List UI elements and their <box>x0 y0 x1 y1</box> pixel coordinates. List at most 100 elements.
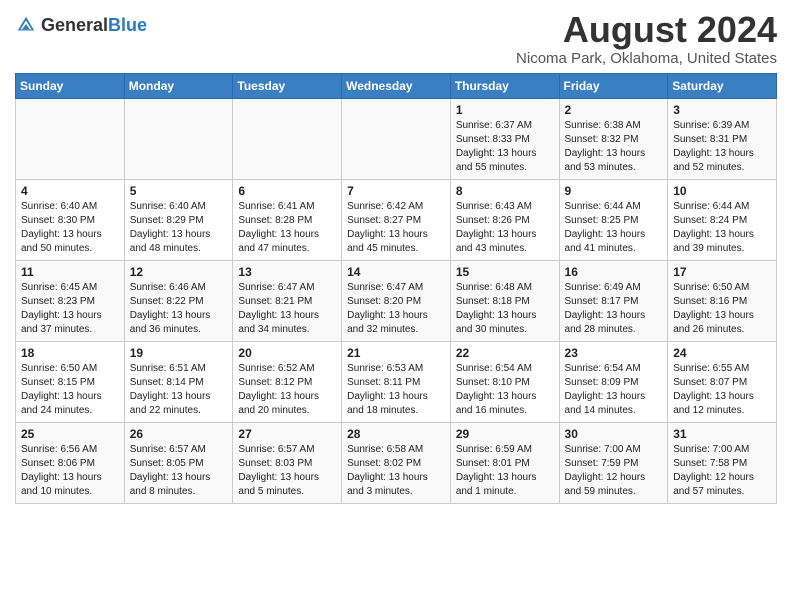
day-cell <box>233 98 342 179</box>
day-cell: 23 Sunrise: 6:54 AMSunset: 8:09 PMDayligh… <box>559 341 668 422</box>
day-cell <box>342 98 451 179</box>
day-number: 16 <box>565 265 663 279</box>
day-number: 14 <box>347 265 445 279</box>
day-cell: 20 Sunrise: 6:52 AMSunset: 8:12 PMDayligh… <box>233 341 342 422</box>
day-info: Sunrise: 6:39 AMSunset: 8:31 PMDaylight:… <box>673 119 771 175</box>
day-info: Sunrise: 6:48 AMSunset: 8:18 PMDaylight:… <box>456 281 554 337</box>
day-info: Sunrise: 6:40 AMSunset: 8:30 PMDaylight:… <box>21 200 119 256</box>
day-number: 28 <box>347 427 445 441</box>
day-info: Sunrise: 6:38 AMSunset: 8:32 PMDaylight:… <box>565 119 663 175</box>
day-number: 7 <box>347 184 445 198</box>
day-cell: 27 Sunrise: 6:57 AMSunset: 8:03 PMDayligh… <box>233 422 342 503</box>
day-cell: 1Sunrise: 6:37 AMSunset: 8:33 PMDaylight… <box>450 98 559 179</box>
day-info: Sunrise: 6:55 AMSunset: 8:07 PMDaylight:… <box>673 362 771 418</box>
day-cell: 16 Sunrise: 6:49 AMSunset: 8:17 PMDayligh… <box>559 260 668 341</box>
day-info: Sunrise: 6:44 AMSunset: 8:24 PMDaylight:… <box>673 200 771 256</box>
header-cell-monday: Monday <box>124 73 233 98</box>
day-info: Sunrise: 6:45 AMSunset: 8:23 PMDaylight:… <box>21 281 119 337</box>
day-number: 4 <box>21 184 119 198</box>
day-number: 15 <box>456 265 554 279</box>
day-cell: 15 Sunrise: 6:48 AMSunset: 8:18 PMDayligh… <box>450 260 559 341</box>
day-number: 25 <box>21 427 119 441</box>
day-cell: 5 Sunrise: 6:40 AMSunset: 8:29 PMDaylight… <box>124 179 233 260</box>
day-info: Sunrise: 6:47 AMSunset: 8:21 PMDaylight:… <box>238 281 336 337</box>
header-cell-saturday: Saturday <box>668 73 777 98</box>
logo-text: General Blue <box>41 16 147 34</box>
header: General Blue August 2024 Nicoma Park, Ok… <box>15 10 777 67</box>
subtitle: Nicoma Park, Oklahoma, United States <box>516 50 777 67</box>
day-number: 26 <box>130 427 228 441</box>
day-number: 29 <box>456 427 554 441</box>
day-cell <box>16 98 125 179</box>
title-area: August 2024 Nicoma Park, Oklahoma, Unite… <box>516 10 777 67</box>
day-number: 17 <box>673 265 771 279</box>
logo-icon <box>15 14 37 36</box>
day-number: 30 <box>565 427 663 441</box>
header-cell-friday: Friday <box>559 73 668 98</box>
day-info: Sunrise: 6:37 AMSunset: 8:33 PMDaylight:… <box>456 119 554 175</box>
day-info: Sunrise: 6:54 AMSunset: 8:09 PMDaylight:… <box>565 362 663 418</box>
day-info: Sunrise: 6:59 AMSunset: 8:01 PMDaylight:… <box>456 443 554 499</box>
logo-blue: Blue <box>108 16 147 34</box>
day-info: Sunrise: 6:53 AMSunset: 8:11 PMDaylight:… <box>347 362 445 418</box>
day-info: Sunrise: 6:58 AMSunset: 8:02 PMDaylight:… <box>347 443 445 499</box>
header-cell-sunday: Sunday <box>16 73 125 98</box>
day-info: Sunrise: 6:46 AMSunset: 8:22 PMDaylight:… <box>130 281 228 337</box>
week-row-2: 4 Sunrise: 6:40 AMSunset: 8:30 PMDaylight… <box>16 179 777 260</box>
day-cell: 21Sunrise: 6:53 AMSunset: 8:11 PMDayligh… <box>342 341 451 422</box>
day-number: 24 <box>673 346 771 360</box>
day-number: 20 <box>238 346 336 360</box>
day-info: Sunrise: 6:49 AMSunset: 8:17 PMDaylight:… <box>565 281 663 337</box>
day-cell: 25 Sunrise: 6:56 AMSunset: 8:06 PMDayligh… <box>16 422 125 503</box>
day-cell: 18Sunrise: 6:50 AMSunset: 8:15 PMDayligh… <box>16 341 125 422</box>
day-number: 18 <box>21 346 119 360</box>
day-cell: 8Sunrise: 6:43 AMSunset: 8:26 PMDaylight… <box>450 179 559 260</box>
day-number: 5 <box>130 184 228 198</box>
day-number: 6 <box>238 184 336 198</box>
calendar-table: SundayMondayTuesdayWednesdayThursdayFrid… <box>15 73 777 504</box>
day-info: Sunrise: 6:44 AMSunset: 8:25 PMDaylight:… <box>565 200 663 256</box>
day-info: Sunrise: 6:40 AMSunset: 8:29 PMDaylight:… <box>130 200 228 256</box>
day-cell: 12Sunrise: 6:46 AMSunset: 8:22 PMDayligh… <box>124 260 233 341</box>
day-cell: 14Sunrise: 6:47 AMSunset: 8:20 PMDayligh… <box>342 260 451 341</box>
day-cell: 30 Sunrise: 7:00 AMSunset: 7:59 PMDayligh… <box>559 422 668 503</box>
week-row-5: 25 Sunrise: 6:56 AMSunset: 8:06 PMDayligh… <box>16 422 777 503</box>
day-cell: 28 Sunrise: 6:58 AMSunset: 8:02 PMDayligh… <box>342 422 451 503</box>
day-cell: 13 Sunrise: 6:47 AMSunset: 8:21 PMDayligh… <box>233 260 342 341</box>
day-info: Sunrise: 6:41 AMSunset: 8:28 PMDaylight:… <box>238 200 336 256</box>
day-cell: 17 Sunrise: 6:50 AMSunset: 8:16 PMDayligh… <box>668 260 777 341</box>
day-info: Sunrise: 6:42 AMSunset: 8:27 PMDaylight:… <box>347 200 445 256</box>
day-cell: 31Sunrise: 7:00 AMSunset: 7:58 PMDayligh… <box>668 422 777 503</box>
day-cell: 7 Sunrise: 6:42 AMSunset: 8:27 PMDaylight… <box>342 179 451 260</box>
day-cell: 26 Sunrise: 6:57 AMSunset: 8:05 PMDayligh… <box>124 422 233 503</box>
day-cell: 19Sunrise: 6:51 AMSunset: 8:14 PMDayligh… <box>124 341 233 422</box>
day-cell: 29 Sunrise: 6:59 AMSunset: 8:01 PMDayligh… <box>450 422 559 503</box>
week-row-1: 1Sunrise: 6:37 AMSunset: 8:33 PMDaylight… <box>16 98 777 179</box>
day-number: 23 <box>565 346 663 360</box>
day-info: Sunrise: 6:57 AMSunset: 8:03 PMDaylight:… <box>238 443 336 499</box>
day-number: 2 <box>565 103 663 117</box>
day-cell: 6 Sunrise: 6:41 AMSunset: 8:28 PMDaylight… <box>233 179 342 260</box>
main-title: August 2024 <box>516 10 777 50</box>
day-number: 3 <box>673 103 771 117</box>
day-info: Sunrise: 6:50 AMSunset: 8:16 PMDaylight:… <box>673 281 771 337</box>
day-cell: 22Sunrise: 6:54 AMSunset: 8:10 PMDayligh… <box>450 341 559 422</box>
day-info: Sunrise: 6:52 AMSunset: 8:12 PMDaylight:… <box>238 362 336 418</box>
day-info: Sunrise: 6:43 AMSunset: 8:26 PMDaylight:… <box>456 200 554 256</box>
header-cell-tuesday: Tuesday <box>233 73 342 98</box>
day-number: 13 <box>238 265 336 279</box>
day-number: 27 <box>238 427 336 441</box>
header-cell-thursday: Thursday <box>450 73 559 98</box>
day-info: Sunrise: 6:54 AMSunset: 8:10 PMDaylight:… <box>456 362 554 418</box>
day-number: 31 <box>673 427 771 441</box>
logo-general: General <box>41 16 108 34</box>
day-info: Sunrise: 6:56 AMSunset: 8:06 PMDaylight:… <box>21 443 119 499</box>
day-cell: 9Sunrise: 6:44 AMSunset: 8:25 PMDaylight… <box>559 179 668 260</box>
day-cell: 24 Sunrise: 6:55 AMSunset: 8:07 PMDayligh… <box>668 341 777 422</box>
day-cell: 11Sunrise: 6:45 AMSunset: 8:23 PMDayligh… <box>16 260 125 341</box>
header-cell-wednesday: Wednesday <box>342 73 451 98</box>
day-info: Sunrise: 6:57 AMSunset: 8:05 PMDaylight:… <box>130 443 228 499</box>
day-cell: 4 Sunrise: 6:40 AMSunset: 8:30 PMDaylight… <box>16 179 125 260</box>
calendar-header: SundayMondayTuesdayWednesdayThursdayFrid… <box>16 73 777 98</box>
day-info: Sunrise: 7:00 AMSunset: 7:59 PMDaylight:… <box>565 443 663 499</box>
